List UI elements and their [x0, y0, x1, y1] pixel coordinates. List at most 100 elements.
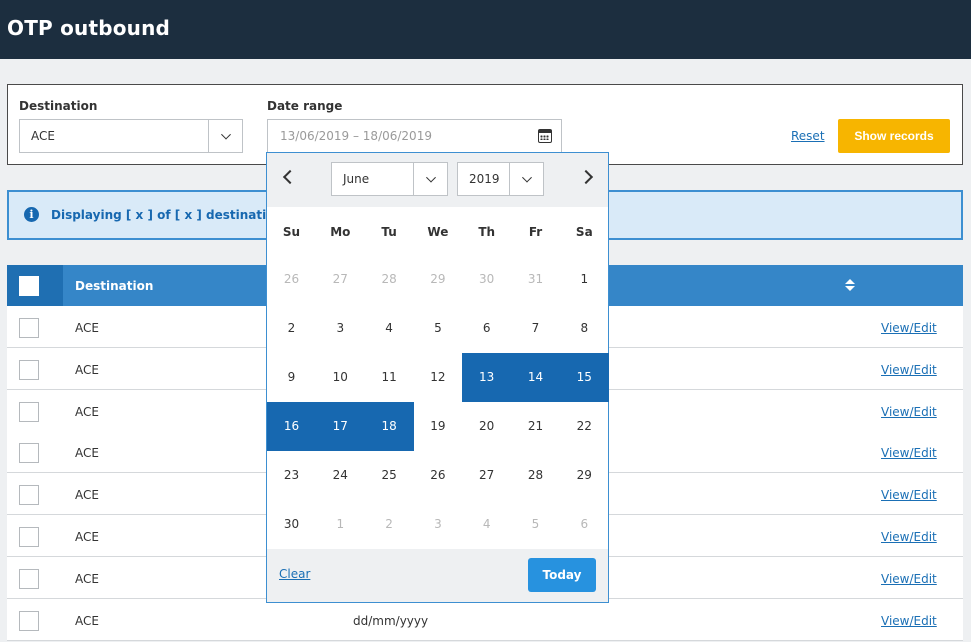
date-range-value: 13/06/2019 – 18/06/2019 [280, 129, 432, 143]
view-edit-link[interactable]: View/Edit [881, 572, 937, 586]
calendar-day[interactable]: 4 [462, 500, 511, 549]
row-checkbox[interactable] [19, 401, 39, 422]
weekday-label: Tu [381, 225, 397, 239]
destination-label: Destination [19, 99, 98, 113]
calendar-day[interactable]: 6 [560, 500, 609, 549]
row-checkbox[interactable] [19, 485, 39, 506]
date-picker-footer: Clear Today [267, 549, 608, 602]
row-destination: ACE [75, 404, 99, 419]
calendar-day[interactable]: 26 [267, 255, 316, 304]
view-edit-link[interactable]: View/Edit [881, 488, 937, 502]
date-picker-popup: June 2019 Su Mo Tu We Th Fr Sa 26 27 28 29 30 31 1 2 3… [266, 152, 609, 603]
weekday-row: Su Mo Tu We Th Fr Sa [267, 207, 608, 255]
calendar-day[interactable]: 31 [511, 255, 560, 304]
calendar-day-selected[interactable]: 17 [315, 402, 365, 451]
year-select[interactable]: 2019 [457, 162, 544, 196]
calendar-day[interactable]: 27 [316, 255, 365, 304]
calendar-day-selected[interactable]: 15 [559, 353, 609, 402]
row-destination: ACE [75, 362, 99, 377]
calendar-day[interactable]: 3 [413, 500, 462, 549]
calendar-day-selected[interactable]: 16 [267, 402, 316, 451]
calendar-day[interactable]: 9 [267, 353, 316, 402]
calendar-day[interactable]: 7 [511, 304, 560, 353]
calendar-day[interactable]: 19 [413, 402, 462, 451]
row-destination: ACE [75, 488, 99, 503]
calendar-day[interactable]: 20 [462, 402, 511, 451]
chevron-left-icon[interactable] [282, 169, 298, 185]
reset-link[interactable]: Reset [791, 129, 825, 143]
destination-select-value: ACE [31, 129, 55, 143]
view-edit-link[interactable]: View/Edit [881, 363, 937, 377]
weekday-label: Th [478, 225, 496, 239]
calendar-day[interactable]: 22 [560, 402, 609, 451]
today-button[interactable]: Today [528, 558, 596, 592]
calendar-day[interactable]: 12 [413, 353, 462, 402]
calendar-day[interactable]: 27 [462, 451, 511, 500]
destination-select-toggle[interactable] [208, 120, 242, 152]
weekday-label: Fr [528, 225, 543, 239]
calendar-day[interactable]: 26 [413, 451, 462, 500]
calendar-day[interactable]: 1 [316, 500, 365, 549]
calendar-day[interactable]: 21 [511, 402, 560, 451]
calendar-day[interactable]: 1 [560, 255, 609, 304]
calendar-icon[interactable] [538, 129, 552, 143]
select-all-checkbox[interactable] [19, 276, 39, 296]
destination-select[interactable]: ACE [19, 119, 243, 153]
calendar-day[interactable]: 24 [316, 451, 365, 500]
calendar-day[interactable]: 3 [316, 304, 365, 353]
info-icon: i [24, 207, 39, 222]
calendar-day[interactable]: 28 [511, 451, 560, 500]
calendar-day-selected[interactable]: 13 [462, 353, 512, 402]
weekday-label: We [427, 225, 449, 239]
month-select-value: June [343, 172, 370, 186]
row-checkbox[interactable] [19, 318, 39, 338]
month-select[interactable]: June [331, 162, 448, 196]
month-select-toggle[interactable] [413, 163, 447, 195]
calendar-day-selected[interactable]: 18 [364, 402, 414, 451]
calendar-day[interactable]: 29 [413, 255, 462, 304]
page-title: OTP outbound [7, 16, 171, 40]
year-select-value: 2019 [469, 172, 500, 186]
weekday-label: Su [282, 225, 301, 239]
weekday-label: Mo [330, 225, 351, 239]
calendar-day[interactable]: 30 [267, 500, 316, 549]
sort-icon[interactable] [845, 279, 855, 293]
view-edit-link[interactable]: View/Edit [881, 614, 937, 628]
calendar-day[interactable]: 30 [462, 255, 511, 304]
info-banner-text: Displaying [ x ] of [ x ] destinations [51, 208, 291, 222]
select-all-cell [7, 265, 63, 306]
calendar-day[interactable]: 28 [365, 255, 414, 304]
calendar-day[interactable]: 23 [267, 451, 316, 500]
table-row: ACE dd/mm/yyyy View/Edit [7, 598, 963, 641]
view-edit-link[interactable]: View/Edit [881, 530, 937, 544]
row-checkbox[interactable] [19, 610, 39, 631]
show-records-button[interactable]: Show records [838, 119, 950, 153]
calendar-day[interactable]: 6 [462, 304, 511, 353]
calendar-day[interactable]: 29 [560, 451, 609, 500]
row-checkbox[interactable] [19, 568, 39, 589]
chevron-right-icon[interactable] [578, 169, 594, 185]
calendar-day[interactable]: 2 [267, 304, 316, 353]
calendar-day[interactable]: 5 [511, 500, 560, 549]
row-destination: ACE [75, 321, 99, 335]
year-select-toggle[interactable] [509, 163, 543, 195]
clear-link[interactable]: Clear [279, 567, 310, 581]
view-edit-link[interactable]: View/Edit [881, 405, 937, 419]
calendar-day[interactable]: 8 [560, 304, 609, 353]
view-edit-link[interactable]: View/Edit [881, 321, 937, 335]
view-edit-link[interactable]: View/Edit [881, 446, 937, 460]
calendar-day-selected[interactable]: 14 [511, 353, 560, 402]
column-header-destination[interactable]: Destination [75, 279, 153, 293]
calendar-day[interactable]: 11 [365, 353, 414, 402]
date-range-input[interactable]: 13/06/2019 – 18/06/2019 [267, 119, 562, 153]
calendar-day[interactable]: 4 [365, 304, 414, 353]
chevron-down-icon [425, 172, 436, 183]
row-checkbox[interactable] [19, 443, 39, 464]
row-checkbox[interactable] [19, 359, 39, 380]
calendar-day[interactable]: 25 [365, 451, 414, 500]
calendar-day[interactable]: 5 [413, 304, 462, 353]
row-checkbox[interactable] [19, 527, 39, 547]
calendar-day[interactable]: 10 [316, 353, 365, 402]
row-destination: ACE [75, 571, 99, 586]
calendar-day[interactable]: 2 [365, 500, 414, 549]
